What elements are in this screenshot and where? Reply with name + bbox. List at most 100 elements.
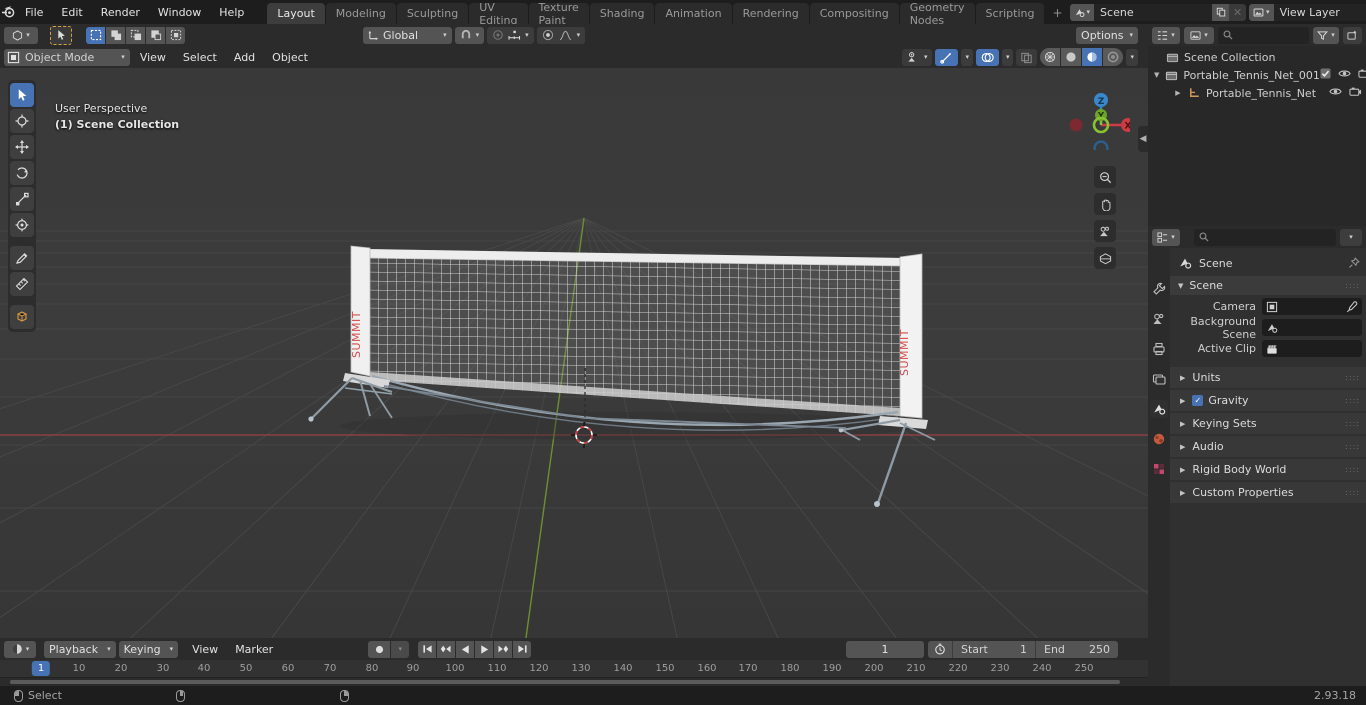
eye-icon[interactable] bbox=[1329, 86, 1342, 100]
select-invert-icon[interactable] bbox=[146, 26, 165, 44]
proportional-editing-group[interactable]: ▾ bbox=[536, 26, 586, 44]
scale-tool[interactable] bbox=[10, 187, 34, 211]
shading-solid-icon[interactable] bbox=[1061, 48, 1082, 66]
render-tab[interactable] bbox=[1150, 310, 1168, 328]
xray-toggle[interactable] bbox=[1016, 48, 1038, 66]
playback-dropdown[interactable]: Playback ▾ bbox=[44, 640, 116, 658]
pin-icon[interactable] bbox=[1348, 257, 1360, 269]
scene-tab[interactable] bbox=[1150, 400, 1168, 418]
tweak-tool[interactable] bbox=[10, 83, 34, 107]
play-reverse-icon[interactable] bbox=[456, 640, 475, 658]
texture-tab[interactable] bbox=[1150, 460, 1168, 478]
snap-settings[interactable]: ▾ bbox=[487, 26, 534, 44]
shading-dropdown[interactable]: ▾ bbox=[1126, 48, 1138, 66]
rigid-body-world-panel-header[interactable]: ▶ Rigid Body World :::: bbox=[1170, 459, 1366, 480]
tab-modeling[interactable]: Modeling bbox=[325, 3, 396, 24]
tab-layout[interactable]: Layout bbox=[267, 3, 325, 24]
chevron-down-icon[interactable]: ▾ bbox=[1340, 228, 1362, 246]
outliner-row-portable-tennis-net[interactable]: ▶ Portable_Tennis_Net bbox=[1148, 84, 1366, 102]
world-tab[interactable] bbox=[1150, 430, 1168, 448]
outliner-tree[interactable]: Scene Collection ▼ Portable_Tennis_Net_0… bbox=[1148, 46, 1366, 226]
transform-tool[interactable] bbox=[10, 213, 34, 237]
play-icon[interactable] bbox=[475, 640, 494, 658]
view-layer-selector[interactable]: ▾ View Layer ✕ bbox=[1249, 3, 1366, 21]
duplicate-icon[interactable] bbox=[1212, 3, 1230, 21]
background-scene-field[interactable] bbox=[1262, 319, 1362, 336]
gravity-panel-header[interactable]: ▶ ✓ Gravity :::: bbox=[1170, 390, 1366, 411]
viewport-menu-select[interactable]: Select bbox=[176, 49, 224, 66]
overlays-toggle[interactable] bbox=[975, 48, 999, 66]
record-dot-icon[interactable] bbox=[368, 640, 391, 658]
timeline-menu-view[interactable]: View bbox=[185, 641, 225, 658]
toggle-ortho-icon[interactable] bbox=[1094, 247, 1116, 269]
cursor-tool[interactable] bbox=[10, 109, 34, 133]
eye-icon[interactable] bbox=[1338, 68, 1351, 82]
gravity-checkbox[interactable]: ✓ bbox=[1192, 395, 1204, 406]
editor-type-properties-icon[interactable]: ▾ bbox=[1152, 228, 1180, 246]
outliner-search-input[interactable] bbox=[1218, 26, 1309, 44]
tab-animation[interactable]: Animation bbox=[655, 3, 732, 24]
shading-material-icon[interactable] bbox=[1082, 48, 1103, 66]
scene-icon[interactable]: ▾ bbox=[1069, 3, 1095, 21]
active-clip-field[interactable] bbox=[1262, 340, 1362, 357]
add-cube-tool[interactable] bbox=[10, 305, 34, 329]
rotate-tool[interactable] bbox=[10, 161, 34, 185]
viewport-menu-add[interactable]: Add bbox=[227, 49, 262, 66]
viewlayer-tab[interactable] bbox=[1150, 370, 1168, 388]
overlays-dropdown[interactable]: ▾ bbox=[1001, 48, 1014, 66]
tab-geometry-nodes[interactable]: Geometry Nodes bbox=[899, 1, 975, 27]
scene-panel-header[interactable]: ▼ Scene :::: bbox=[1170, 276, 1366, 295]
custom-properties-panel-header[interactable]: ▶ Custom Properties :::: bbox=[1170, 482, 1366, 503]
menu-window[interactable]: Window bbox=[149, 3, 210, 22]
camera-field[interactable] bbox=[1262, 298, 1362, 315]
editor-type-outliner-icon[interactable]: ▾ bbox=[1152, 26, 1180, 44]
tool-tab[interactable] bbox=[1150, 280, 1168, 298]
exclude-checkbox[interactable] bbox=[1320, 68, 1331, 82]
select-extend-icon[interactable] bbox=[106, 26, 125, 44]
tab-texture-paint[interactable]: Texture Paint bbox=[528, 1, 589, 27]
timeline-menu-marker[interactable]: Marker bbox=[228, 641, 280, 658]
cursor-select-icon[interactable] bbox=[50, 25, 72, 45]
units-panel-header[interactable]: ▶ Units :::: bbox=[1170, 367, 1366, 388]
scene-selector[interactable]: ▾ Scene ✕ bbox=[1069, 3, 1247, 21]
editor-type-3dview-icon[interactable]: ▾ bbox=[4, 26, 38, 44]
interaction-mode-dropdown[interactable]: Object Mode ▾ bbox=[4, 48, 130, 66]
select-subtract-icon[interactable] bbox=[126, 26, 145, 44]
disclosure-triangle-closed[interactable]: ▶ bbox=[1172, 89, 1184, 97]
jump-end-icon[interactable] bbox=[513, 640, 532, 658]
output-tab[interactable] bbox=[1150, 340, 1168, 358]
select-intersect-icon[interactable] bbox=[166, 26, 185, 44]
add-workspace-button[interactable]: + bbox=[1045, 2, 1069, 24]
gizmo-dropdown[interactable]: ▾ bbox=[961, 48, 973, 66]
tab-sculpting[interactable]: Sculpting bbox=[396, 3, 469, 24]
tab-compositing[interactable]: Compositing bbox=[809, 3, 899, 24]
transform-orientation-dropdown[interactable]: Global ▾ bbox=[363, 26, 452, 44]
menu-edit[interactable]: Edit bbox=[52, 3, 91, 22]
annotate-tool[interactable] bbox=[10, 246, 34, 270]
view-layer-icon[interactable]: ▾ bbox=[1184, 26, 1214, 44]
disclosure-triangle-open[interactable]: ▼ bbox=[1154, 71, 1159, 79]
select-box-icon[interactable] bbox=[86, 26, 105, 44]
filter-funnel-icon[interactable]: ▾ bbox=[1313, 26, 1339, 44]
pan-hand-icon[interactable] bbox=[1094, 193, 1116, 215]
camera-render-icon[interactable] bbox=[1358, 68, 1366, 82]
gizmo-toggle[interactable] bbox=[935, 48, 959, 66]
timeline-ruler[interactable]: 1 10 20 30 40 50 60 70 80 90 100 110 120… bbox=[0, 660, 1148, 678]
record-dropdown[interactable]: ▾ bbox=[391, 640, 410, 658]
view-layer-icon[interactable]: ▾ bbox=[1249, 3, 1274, 21]
new-collection-icon[interactable] bbox=[1343, 26, 1362, 44]
shading-rendered-icon[interactable] bbox=[1103, 48, 1124, 66]
zoom-icon[interactable] bbox=[1094, 166, 1116, 188]
tab-rendering[interactable]: Rendering bbox=[732, 3, 809, 24]
viewport-menu-view[interactable]: View bbox=[133, 49, 173, 66]
blender-logo-icon[interactable] bbox=[0, 0, 16, 24]
menu-file[interactable]: File bbox=[16, 3, 52, 22]
camera-render-icon[interactable] bbox=[1349, 86, 1362, 100]
tab-shading[interactable]: Shading bbox=[589, 3, 655, 24]
outliner-row-portable-tennis-net-001[interactable]: ▼ Portable_Tennis_Net_001 bbox=[1148, 66, 1366, 84]
shading-wireframe-icon[interactable] bbox=[1040, 48, 1061, 66]
view-layer-name-value[interactable]: View Layer bbox=[1273, 3, 1366, 21]
tab-uv-editing[interactable]: UV Editing bbox=[469, 1, 528, 27]
snapping-dropdown[interactable]: ▾ bbox=[454, 26, 485, 44]
keying-sets-panel-header[interactable]: ▶ Keying Sets :::: bbox=[1170, 413, 1366, 434]
